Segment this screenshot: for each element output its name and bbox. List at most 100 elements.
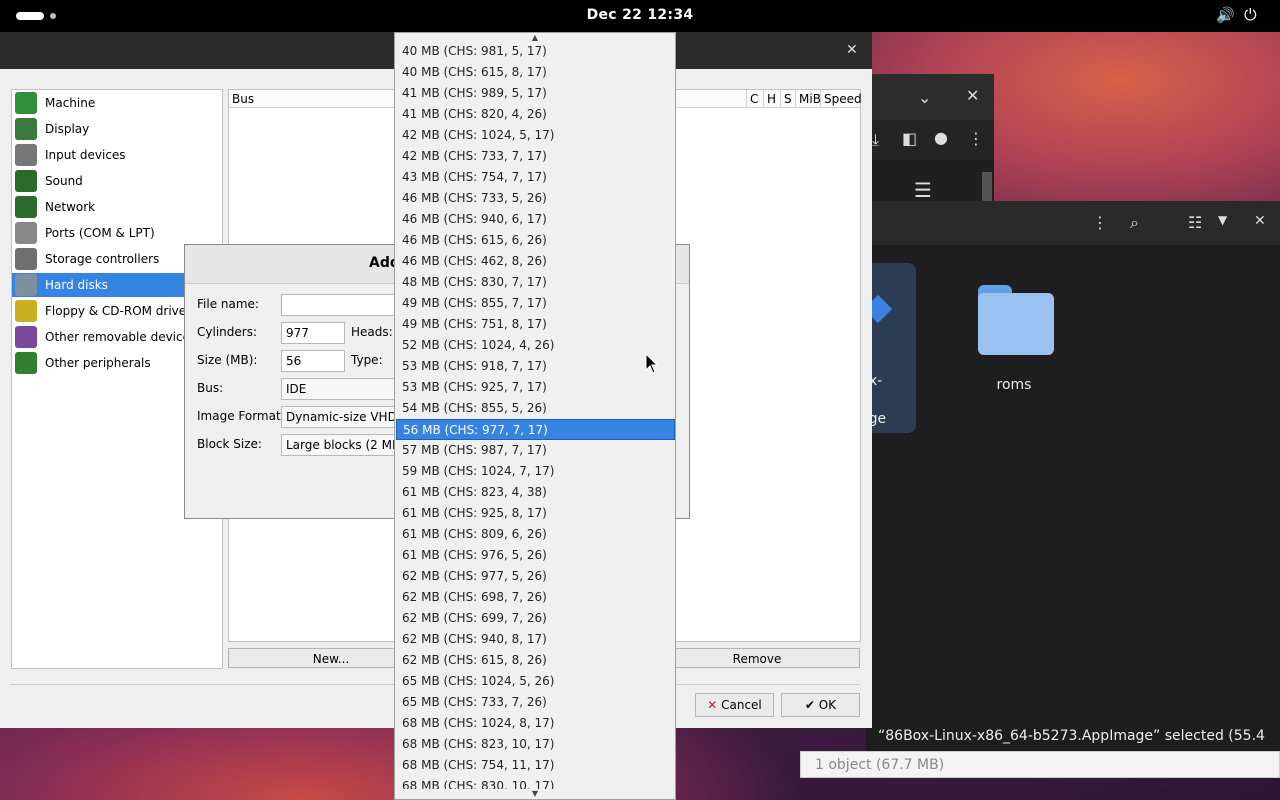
dropdown-option[interactable]: 65 MB (CHS: 733, 7, 26) bbox=[396, 692, 675, 713]
close-icon[interactable]: ✕ bbox=[846, 42, 858, 58]
files-headerbar: ⋮ ⌕ ☷ ▼ ✕ bbox=[862, 201, 1280, 245]
dropdown-option[interactable]: 62 MB (CHS: 940, 8, 17) bbox=[396, 629, 675, 650]
dropdown-option[interactable]: 42 MB (CHS: 733, 7, 17) bbox=[396, 146, 675, 167]
floppy-cdrom-icon bbox=[15, 300, 37, 322]
category-item-display[interactable]: Display bbox=[12, 117, 222, 141]
category-label: Network bbox=[45, 200, 96, 214]
remove-disk-button[interactable]: Remove bbox=[654, 648, 860, 668]
dropdown-option[interactable]: 61 MB (CHS: 823, 4, 38) bbox=[396, 482, 675, 503]
dropdown-option[interactable]: 46 MB (CHS: 733, 5, 26) bbox=[396, 188, 675, 209]
dropdown-option[interactable]: 68 MB (CHS: 754, 11, 17) bbox=[396, 755, 675, 776]
ok-check-icon: ✔ bbox=[804, 698, 815, 712]
dropdown-option[interactable]: 46 MB (CHS: 462, 8, 26) bbox=[396, 251, 675, 272]
hamburger-menu-icon[interactable]: ☰ bbox=[914, 178, 932, 202]
dropdown-option[interactable]: 59 MB (CHS: 1024, 7, 17) bbox=[396, 461, 675, 482]
dropdown-option[interactable]: 68 MB (CHS: 823, 10, 17) bbox=[396, 734, 675, 755]
dropdown-option[interactable]: 62 MB (CHS: 977, 5, 26) bbox=[396, 566, 675, 587]
category-label: Ports (COM & LPT) bbox=[45, 226, 155, 240]
dropdown-option[interactable]: 49 MB (CHS: 751, 8, 17) bbox=[396, 314, 675, 335]
cylinders-input[interactable]: 977 bbox=[281, 322, 345, 344]
dropdown-option[interactable]: 61 MB (CHS: 925, 8, 17) bbox=[396, 503, 675, 524]
sidebar-icon[interactable]: ◧ bbox=[902, 129, 917, 148]
close-icon[interactable]: ✕ bbox=[966, 86, 979, 105]
category-label: Floppy & CD-ROM drives bbox=[45, 304, 193, 318]
category-item-input-devices[interactable]: Input devices bbox=[12, 143, 222, 167]
object-status: 1 object (67.7 MB) bbox=[800, 751, 1280, 778]
files-window: ⋮ ⌕ ☷ ▼ ✕ ux- age roms bbox=[860, 201, 1280, 721]
category-item-sound[interactable]: Sound bbox=[12, 169, 222, 193]
file-name-input[interactable] bbox=[281, 294, 401, 316]
more-vert-icon[interactable]: ⋮ bbox=[968, 129, 984, 148]
dropdown-option[interactable]: 68 MB (CHS: 1024, 8, 17) bbox=[396, 713, 675, 734]
column-mib[interactable]: MiB bbox=[796, 90, 821, 108]
dropdown-option[interactable]: 65 MB (CHS: 1024, 5, 26) bbox=[396, 671, 675, 692]
top-bar: Dec 22 12:34 🔊 ⏻ bbox=[0, 0, 1280, 32]
dropdown-option[interactable]: 54 MB (CHS: 855, 5, 26) bbox=[396, 398, 675, 419]
dropdown-option[interactable]: 41 MB (CHS: 820, 4, 26) bbox=[396, 104, 675, 125]
search-icon[interactable]: ⌕ bbox=[1130, 213, 1139, 233]
selection-status: “86Box-Linux-x86_64-b5273.AppImage” sele… bbox=[866, 721, 1280, 774]
chevron-down-icon[interactable]: ⌄ bbox=[918, 88, 931, 107]
category-label: Storage controllers bbox=[45, 252, 160, 266]
dropdown-option[interactable]: 48 MB (CHS: 830, 7, 17) bbox=[396, 272, 675, 293]
ok-label: OK bbox=[818, 698, 837, 712]
dropdown-option[interactable]: 40 MB (CHS: 615, 8, 17) bbox=[396, 62, 675, 83]
dropdown-option[interactable]: 61 MB (CHS: 809, 6, 26) bbox=[396, 524, 675, 545]
dropdown-option[interactable]: 53 MB (CHS: 918, 7, 17) bbox=[396, 356, 675, 377]
heads-label: Heads: bbox=[351, 325, 393, 339]
mouse-cursor-icon bbox=[645, 353, 659, 374]
dropdown-option[interactable]: 42 MB (CHS: 1024, 5, 17) bbox=[396, 125, 675, 146]
image-format-select[interactable]: Dynamic-size VHD (. bbox=[281, 406, 395, 428]
category-label: Other removable devices bbox=[45, 330, 197, 344]
category-item-ports-com-lpt[interactable]: Ports (COM & LPT) bbox=[12, 221, 222, 245]
size-input[interactable]: 56 bbox=[281, 350, 345, 372]
scroll-down-arrow-icon[interactable]: ▼ bbox=[395, 789, 675, 799]
folder-roms[interactable]: roms bbox=[974, 277, 1054, 393]
motherboard-icon bbox=[15, 92, 37, 114]
dropdown-option[interactable]: 43 MB (CHS: 754, 7, 17) bbox=[396, 167, 675, 188]
dropdown-option[interactable]: 62 MB (CHS: 699, 7, 26) bbox=[396, 608, 675, 629]
dropdown-option[interactable]: 49 MB (CHS: 855, 7, 17) bbox=[396, 293, 675, 314]
block-size-select[interactable]: Large blocks (2 MB) bbox=[281, 434, 395, 456]
category-item-machine[interactable]: Machine bbox=[12, 91, 222, 115]
list-view-icon[interactable]: ☷ bbox=[1188, 213, 1202, 232]
account-icon[interactable]: ● bbox=[934, 128, 948, 147]
folder-label: roms bbox=[996, 377, 1032, 393]
close-icon[interactable]: ✕ bbox=[1254, 213, 1266, 229]
ok-button[interactable]: ✔ OK bbox=[781, 693, 860, 717]
dropdown-options: 40 MB (CHS: 981, 5, 17) 40 MB (CHS: 615, … bbox=[395, 41, 675, 789]
dropdown-option[interactable]: 62 MB (CHS: 698, 7, 26) bbox=[396, 587, 675, 608]
column-speed[interactable]: Speed bbox=[821, 90, 862, 108]
bus-select[interactable]: IDE bbox=[281, 378, 395, 400]
volume-icon[interactable]: 🔊 bbox=[1216, 6, 1236, 26]
cancel-button[interactable]: ✕ Cancel bbox=[695, 693, 774, 717]
more-vert-icon[interactable]: ⋮ bbox=[1092, 213, 1108, 232]
dropdown-option[interactable]: 46 MB (CHS: 940, 6, 17) bbox=[396, 209, 675, 230]
dropdown-option[interactable]: 53 MB (CHS: 925, 7, 17) bbox=[396, 377, 675, 398]
clock[interactable]: Dec 22 12:34 bbox=[0, 7, 1280, 23]
power-icon[interactable]: ⏻ bbox=[1244, 5, 1264, 25]
dropdown-option[interactable]: 56 MB (CHS: 977, 7, 17) bbox=[396, 419, 675, 440]
dropdown-option[interactable]: 52 MB (CHS: 1024, 4, 26) bbox=[396, 335, 675, 356]
dropdown-option[interactable]: 40 MB (CHS: 981, 5, 17) bbox=[396, 41, 675, 62]
dropdown-option[interactable]: 68 MB (CHS: 830, 10, 17) bbox=[396, 776, 675, 789]
download-icon[interactable]: ⤓ bbox=[872, 130, 879, 150]
chevron-down-icon[interactable]: ▼ bbox=[1218, 213, 1227, 227]
column-h[interactable]: H bbox=[764, 90, 781, 108]
scrollbar[interactable] bbox=[982, 172, 992, 202]
dropdown-option[interactable]: 62 MB (CHS: 615, 8, 26) bbox=[396, 650, 675, 671]
column-s[interactable]: S bbox=[781, 90, 796, 108]
disk-type-dropdown-list[interactable]: ▲ 40 MB (CHS: 981, 5, 17) 40 MB (CHS: 615… bbox=[394, 32, 676, 800]
dropdown-option[interactable]: 61 MB (CHS: 976, 5, 26) bbox=[396, 545, 675, 566]
dropdown-option[interactable]: 57 MB (CHS: 987, 7, 17) bbox=[396, 440, 675, 461]
file-name-label: File name: bbox=[197, 297, 259, 311]
dropdown-option[interactable]: 41 MB (CHS: 989, 5, 17) bbox=[396, 83, 675, 104]
cancel-label: Cancel bbox=[721, 698, 762, 712]
column-c[interactable]: C bbox=[747, 90, 764, 108]
category-item-network[interactable]: Network bbox=[12, 195, 222, 219]
dropdown-option[interactable]: 46 MB (CHS: 615, 6, 26) bbox=[396, 230, 675, 251]
storage-icon bbox=[15, 248, 37, 270]
cylinders-label: Cylinders: bbox=[197, 325, 257, 339]
removable-icon bbox=[15, 326, 37, 348]
type-label: Type: bbox=[351, 353, 383, 367]
